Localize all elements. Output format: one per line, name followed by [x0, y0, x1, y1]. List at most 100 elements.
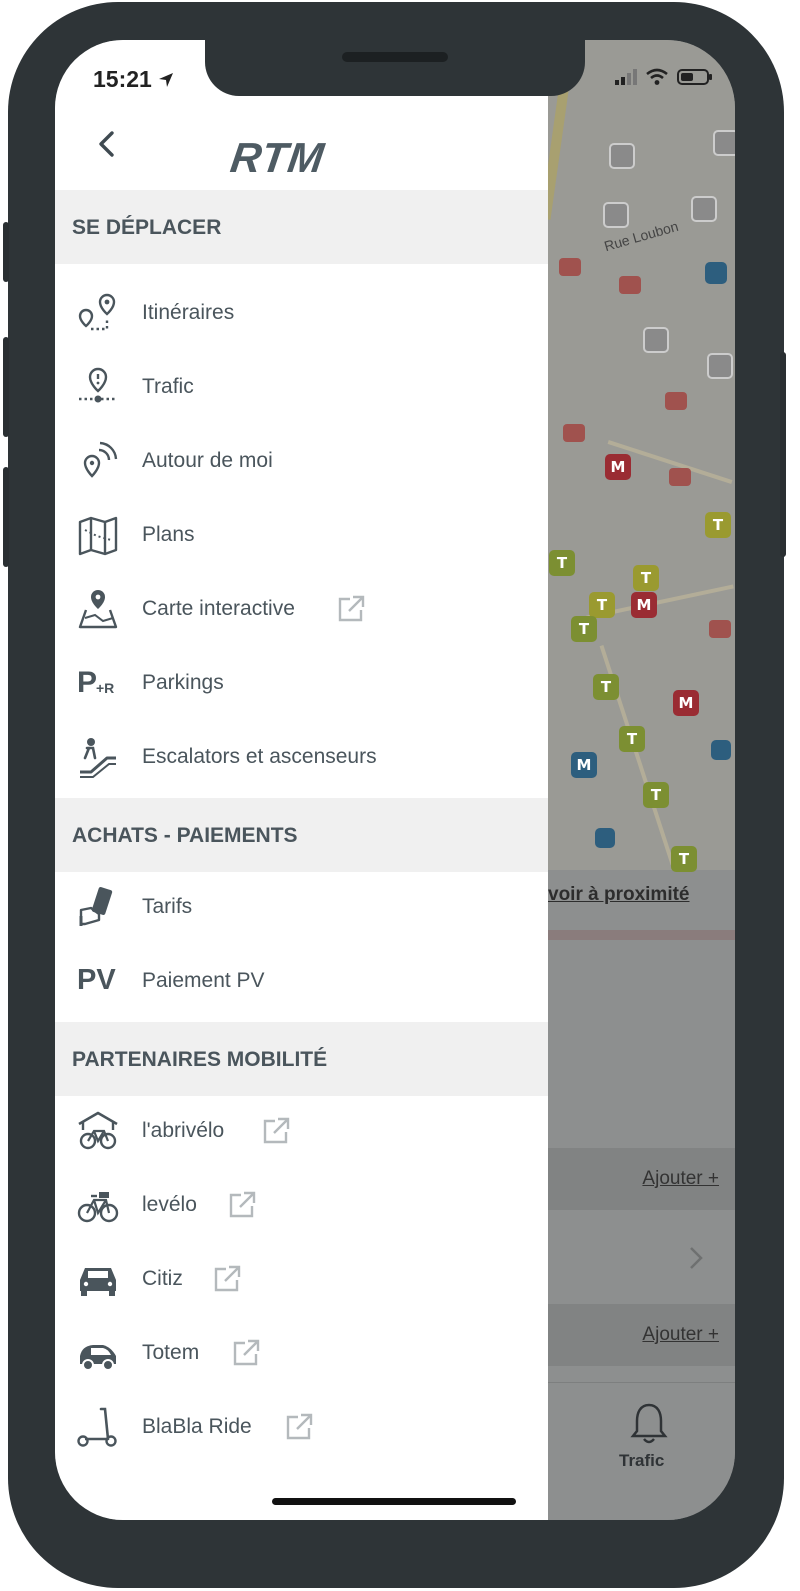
- screen: Rue Loubon M T T T M T T T M T M T T voi…: [55, 40, 735, 1520]
- home-indicator[interactable]: [272, 1498, 516, 1505]
- mute-switch: [3, 222, 9, 282]
- section-title: ACHATS - PAIEMENTS: [72, 824, 298, 847]
- metro-pin[interactable]: M: [673, 690, 699, 716]
- menu-item-label: l'abrivélo: [142, 1119, 225, 1142]
- pv-icon-text: PV: [77, 964, 116, 996]
- external-link-icon: [229, 1191, 256, 1218]
- menu-item-label: Parkings: [142, 671, 224, 694]
- back-arrow-icon[interactable]: [93, 130, 121, 158]
- map-icon: [78, 516, 118, 556]
- section-partenaires-mobilite: PARTENAIRES MOBILITÉ: [55, 1022, 548, 1096]
- wifi-icon: [646, 68, 668, 85]
- tram-pin[interactable]: T: [643, 782, 669, 808]
- park-ride-icon-letter: P: [77, 666, 98, 699]
- menu-item-blablaride[interactable]: BlaBla Ride: [55, 1392, 548, 1466]
- external-link-icon: [338, 595, 365, 622]
- metro-pin[interactable]: M: [571, 752, 597, 778]
- bell-icon: [630, 1403, 668, 1444]
- menu-item-tarifs[interactable]: Tarifs: [55, 872, 548, 946]
- external-link-icon: [263, 1117, 290, 1144]
- menu-item-itineraires[interactable]: Itinéraires: [55, 278, 548, 352]
- menu-item-trafic[interactable]: Trafic: [55, 352, 548, 426]
- menu-item-paiement-pv[interactable]: PV Paiement PV: [55, 946, 548, 1020]
- bus-pin[interactable]: [711, 740, 731, 760]
- escalator-icon: [80, 738, 116, 778]
- tram-pin[interactable]: T: [593, 674, 619, 700]
- metro-pin[interactable]: M: [605, 454, 631, 480]
- status-icons: [615, 68, 713, 86]
- scooter-pin[interactable]: [559, 258, 581, 276]
- location-arrow-icon: [159, 73, 174, 87]
- menu-item-citiz[interactable]: Citiz: [55, 1244, 548, 1318]
- park-ride-icon: P +R: [77, 662, 119, 704]
- menu-item-label: Totem: [142, 1341, 200, 1364]
- bus-pin[interactable]: [707, 353, 733, 379]
- menu-item-carte-interactive[interactable]: Carte interactive: [55, 574, 548, 648]
- menu-item-parkings[interactable]: P +R Parkings: [55, 648, 548, 722]
- menu-item-label: levélo: [142, 1193, 197, 1216]
- favorite-row[interactable]: Ajouter +: [545, 1304, 735, 1366]
- park-ride-icon-subtext: +R: [96, 680, 115, 696]
- menu-item-plans[interactable]: Plans: [55, 500, 548, 574]
- tram-pin[interactable]: T: [705, 512, 731, 538]
- scooter-icon: [77, 1407, 117, 1447]
- bike-pin[interactable]: [563, 424, 585, 442]
- scooter-pin[interactable]: [619, 276, 641, 294]
- nearby-link[interactable]: voir à proximité: [548, 884, 690, 906]
- add-button[interactable]: Ajouter +: [642, 1168, 719, 1190]
- background-map: Rue Loubon M T T T M T T T M T M T T: [540, 40, 735, 872]
- menu-item-autour-de-moi[interactable]: Autour de moi: [55, 426, 548, 500]
- interactive-map-icon: [78, 590, 118, 629]
- menu-item-label: BlaBla Ride: [142, 1415, 252, 1438]
- tab-trafic-label[interactable]: Trafic: [619, 1451, 664, 1471]
- tram-pin[interactable]: T: [549, 550, 575, 576]
- scooter-pin[interactable]: [665, 392, 687, 410]
- menu-item-label: Tarifs: [142, 895, 193, 918]
- bus-pin[interactable]: [713, 130, 735, 156]
- section-title: SE DÉPLACER: [72, 216, 222, 239]
- add-button[interactable]: Ajouter +: [642, 1324, 719, 1346]
- bus-pin[interactable]: [609, 143, 635, 169]
- bus-pin[interactable]: [603, 202, 629, 228]
- tram-pin[interactable]: T: [589, 592, 615, 618]
- menu-item-label: Paiement PV: [142, 969, 265, 992]
- external-link-icon: [286, 1413, 313, 1440]
- nearby-icon: [83, 441, 118, 478]
- menu-item-escalators[interactable]: Escalators et ascenseurs: [55, 722, 548, 796]
- bike-pin[interactable]: [709, 620, 731, 638]
- bus-pin[interactable]: [691, 196, 717, 222]
- battery-icon: [677, 69, 712, 85]
- bus-pin[interactable]: [643, 327, 669, 353]
- tram-pin[interactable]: T: [633, 565, 659, 591]
- bus-pin[interactable]: [595, 828, 615, 848]
- metro-pin[interactable]: M: [631, 592, 657, 618]
- chevron-row[interactable]: [545, 1228, 735, 1288]
- external-link-icon: [233, 1339, 260, 1366]
- rtm-logo: RTM: [227, 134, 328, 181]
- ticket-icon: [79, 886, 113, 926]
- volume-down-button: [3, 467, 9, 567]
- menu-item-label: Plans: [142, 523, 195, 546]
- scooter-pin[interactable]: [669, 468, 691, 486]
- pv-icon: PV: [77, 960, 119, 1002]
- menu-item-label: Carte interactive: [142, 597, 295, 620]
- menu-item-totem[interactable]: Totem: [55, 1318, 548, 1392]
- menu-item-abrivelo[interactable]: l'abrivélo: [55, 1096, 548, 1170]
- notch: [205, 40, 585, 96]
- volume-up-button: [3, 337, 9, 437]
- tram-pin[interactable]: T: [671, 846, 697, 872]
- menu-item-levelo[interactable]: levélo: [55, 1170, 548, 1244]
- ticket-point-pin[interactable]: [705, 262, 727, 284]
- menu-item-label: Autour de moi: [142, 449, 273, 472]
- tram-pin[interactable]: T: [619, 726, 645, 752]
- tram-pin[interactable]: T: [571, 616, 597, 642]
- car-icon: [80, 1268, 116, 1296]
- traffic-pin-icon: [79, 367, 117, 403]
- power-button: [780, 352, 786, 557]
- chevron-right-icon: [690, 1247, 703, 1269]
- menu-item-label: Escalators et ascenseurs: [142, 745, 377, 768]
- signal-icon: [615, 69, 637, 85]
- small-car-icon: [80, 1345, 116, 1371]
- favorite-row[interactable]: Ajouter +: [545, 1148, 735, 1210]
- bike-shelter-icon: [78, 1111, 118, 1150]
